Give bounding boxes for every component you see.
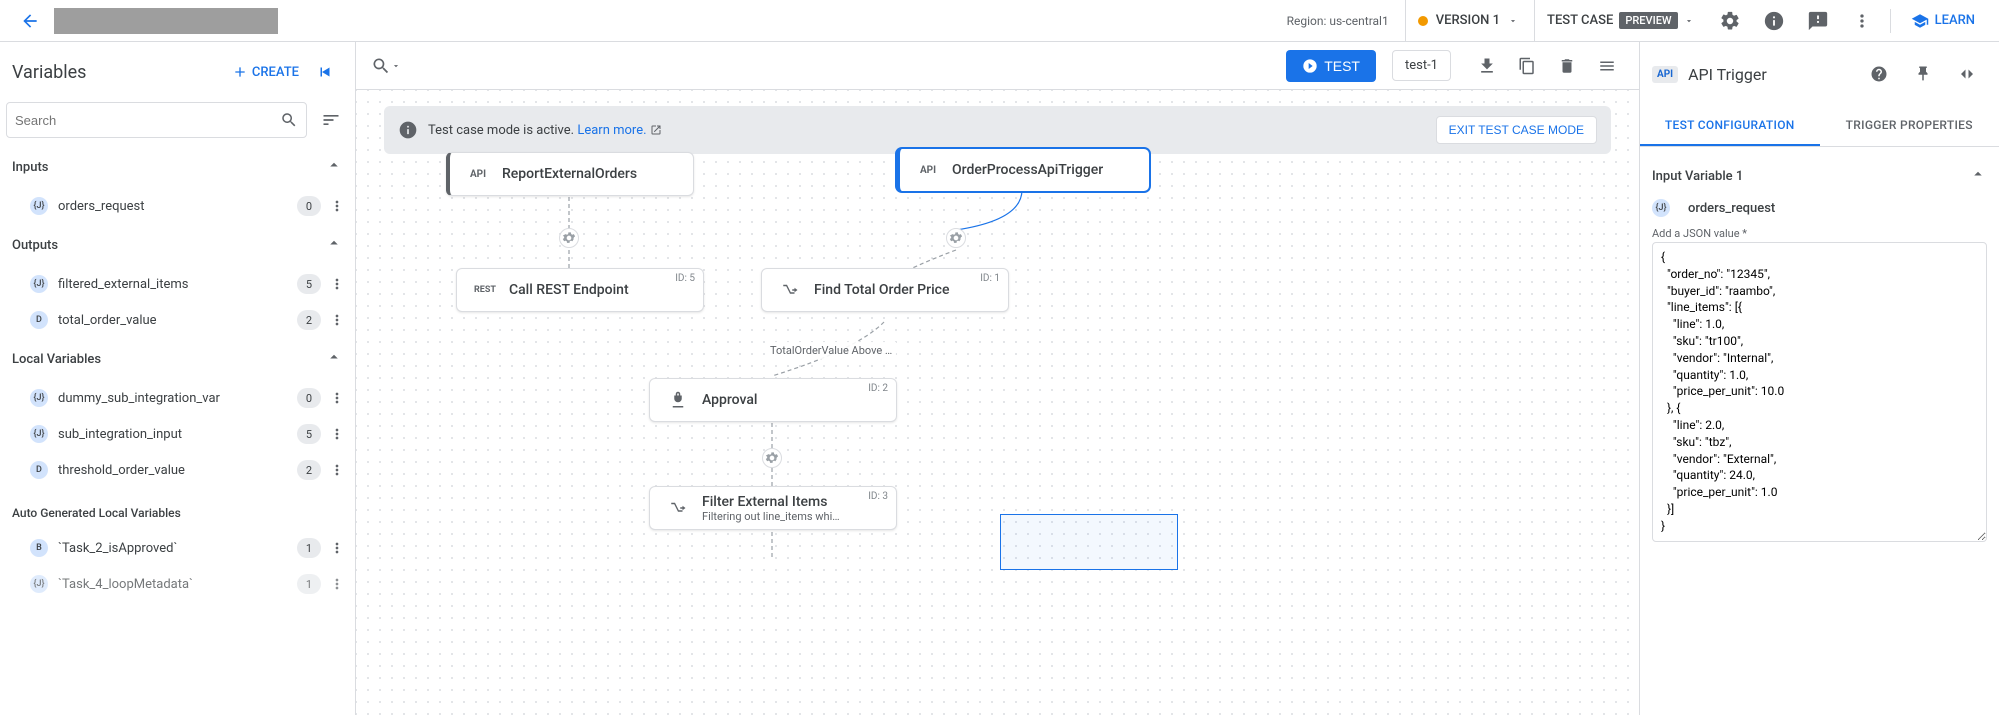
test-name-field[interactable]: test-1 xyxy=(1392,50,1451,81)
info-icon xyxy=(398,120,418,140)
back-button[interactable] xyxy=(12,3,48,39)
expand-button[interactable] xyxy=(1947,54,1987,94)
more-button[interactable] xyxy=(1842,1,1882,41)
tab-test-config[interactable]: TEST CONFIGURATION xyxy=(1640,106,1820,146)
api-badge-icon: API xyxy=(1652,66,1678,83)
json-value-textarea[interactable] xyxy=(1652,242,1987,542)
mapping-icon xyxy=(776,281,804,299)
more-icon[interactable] xyxy=(325,194,349,218)
variable-row[interactable]: D total_order_value 2 xyxy=(0,302,355,338)
create-variable-button[interactable]: CREATE xyxy=(224,58,307,86)
settings-button[interactable] xyxy=(1710,1,1750,41)
pin-button[interactable] xyxy=(1903,54,1943,94)
json-type-icon: {J} xyxy=(1652,199,1670,217)
variables-title: Variables xyxy=(12,62,86,83)
task-node-filter[interactable]: ID: 3 Filter External Items Filtering ou… xyxy=(649,486,897,530)
filter-button[interactable] xyxy=(313,102,349,138)
region-label: Region: us-central1 xyxy=(1287,14,1389,28)
learn-button[interactable]: LEARN xyxy=(1899,12,1987,30)
chevron-up-icon xyxy=(325,156,343,178)
trigger-node-report[interactable]: API ReportExternalOrders xyxy=(446,152,694,196)
canvas-area: TEST test-1 Test case mode is active. Le… xyxy=(356,42,1639,715)
plus-icon xyxy=(232,64,248,80)
version-selector[interactable]: VERSION 1 xyxy=(1405,0,1530,42)
trigger-node-order[interactable]: API OrderProcessApiTrigger xyxy=(896,148,1150,192)
api-icon: API xyxy=(464,169,492,180)
search-input[interactable] xyxy=(15,113,280,128)
variable-row[interactable]: B `Task_2_isApproved` 1 xyxy=(0,530,355,566)
edge-label: TotalOrderValue Above … xyxy=(766,342,896,359)
testcase-banner: Test case mode is active. Learn more. EX… xyxy=(384,106,1611,154)
edge-config-icon[interactable] xyxy=(559,228,583,252)
outputs-section-header[interactable]: Outputs xyxy=(0,224,355,266)
chevron-up-icon xyxy=(1969,165,1987,187)
inputs-section-header[interactable]: Inputs xyxy=(0,146,355,188)
variable-row[interactable]: {J} `Task_4_loopMetadata` 1 xyxy=(0,566,355,602)
right-panel: API API Trigger TEST CONFIGURATION TRIGG… xyxy=(1639,42,1999,715)
top-bar: Region: us-central1 VERSION 1 TEST CASE … xyxy=(0,0,1999,42)
play-icon xyxy=(1302,58,1318,74)
edge-config-icon[interactable] xyxy=(946,228,970,252)
input-variable-header[interactable]: Input Variable 1 xyxy=(1652,159,1987,193)
copy-button[interactable] xyxy=(1507,46,1547,86)
testcase-selector[interactable]: TEST CASE PREVIEW xyxy=(1534,0,1706,42)
status-dot-icon xyxy=(1418,16,1428,26)
variable-name: orders_request xyxy=(1688,201,1775,216)
edge-config-icon[interactable] xyxy=(762,448,786,472)
delete-button[interactable] xyxy=(1547,46,1587,86)
chevron-down-icon xyxy=(1684,16,1694,26)
task-node-rest[interactable]: ID: 5 REST Call REST Endpoint xyxy=(456,268,704,312)
download-button[interactable] xyxy=(1467,46,1507,86)
info-button[interactable] xyxy=(1754,1,1794,41)
external-link-icon xyxy=(650,124,662,136)
variable-row[interactable]: D threshold_order_value 2 xyxy=(0,452,355,488)
json-type-icon: {J} xyxy=(30,197,48,215)
variable-search[interactable] xyxy=(6,102,307,138)
test-button[interactable]: TEST xyxy=(1286,50,1376,82)
learn-more-link[interactable]: Learn more. xyxy=(577,123,661,138)
selection-box xyxy=(1000,514,1178,570)
json-value-label: Add a JSON value * xyxy=(1652,223,1987,242)
rest-icon: REST xyxy=(471,285,499,295)
locals-section-header[interactable]: Local Variables xyxy=(0,338,355,380)
integration-name-redacted xyxy=(54,8,278,34)
feedback-button[interactable] xyxy=(1798,1,1838,41)
zoom-button[interactable] xyxy=(368,48,404,84)
exit-testcase-button[interactable]: EXIT TEST CASE MODE xyxy=(1436,116,1597,144)
api-icon: API xyxy=(914,165,942,176)
variable-row[interactable]: {J} sub_integration_input 5 xyxy=(0,416,355,452)
mapping-icon xyxy=(664,499,692,517)
variables-sidebar: Variables CREATE Inputs {J} orders_ xyxy=(0,42,356,715)
search-icon xyxy=(280,111,298,129)
task-node-find[interactable]: ID: 1 Find Total Order Price xyxy=(761,268,1009,312)
menu-button[interactable] xyxy=(1587,46,1627,86)
variable-row[interactable]: {J} orders_request 0 xyxy=(0,188,355,224)
variable-row[interactable]: {J} dummy_sub_integration_var 0 xyxy=(0,380,355,416)
task-node-approval[interactable]: ID: 2 Approval xyxy=(649,378,897,422)
learn-icon xyxy=(1911,12,1929,30)
approval-icon xyxy=(664,391,692,409)
panel-title: API Trigger xyxy=(1688,65,1767,84)
collapse-sidebar-button[interactable] xyxy=(307,54,343,90)
variable-row[interactable]: {J} filtered_external_items 5 xyxy=(0,266,355,302)
autogen-section-header: Auto Generated Local Variables xyxy=(0,488,355,530)
integration-canvas[interactable]: Test case mode is active. Learn more. EX… xyxy=(356,90,1639,715)
chevron-down-icon xyxy=(1508,16,1518,26)
canvas-toolbar: TEST test-1 xyxy=(356,42,1639,90)
preview-badge: PREVIEW xyxy=(1619,12,1677,29)
tab-trigger-props[interactable]: TRIGGER PROPERTIES xyxy=(1820,106,1999,146)
help-button[interactable] xyxy=(1859,54,1899,94)
